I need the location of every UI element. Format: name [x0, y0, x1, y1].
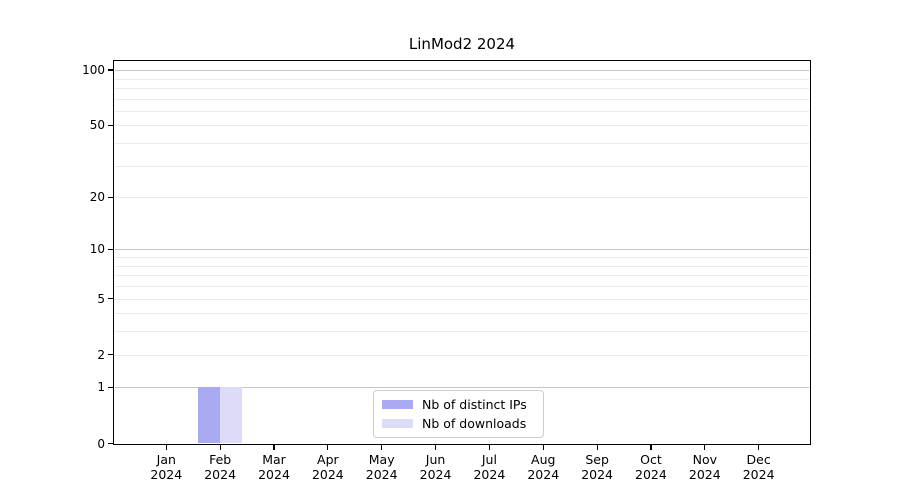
x-axis-tick	[327, 444, 329, 450]
y-axis-tick	[108, 354, 113, 356]
minor-gridline	[115, 331, 809, 333]
minor-gridline	[115, 125, 809, 127]
y-axis-tick	[108, 248, 113, 251]
x-axis-tick-label: Dec 2024	[742, 451, 775, 483]
minor-gridline	[115, 165, 809, 167]
major-gridline	[115, 70, 809, 72]
y-axis-tick-label: 50	[89, 118, 105, 133]
minor-gridline	[115, 286, 809, 288]
distinct-ips-swatch-icon	[382, 400, 413, 409]
legend-label-distinct-ips: Nb of distinct IPs	[422, 397, 527, 412]
minor-gridline	[115, 257, 809, 259]
y-axis-tick	[108, 69, 113, 71]
x-axis-tick	[542, 444, 544, 450]
x-axis-tick	[434, 444, 437, 450]
x-axis-tick	[596, 444, 598, 450]
minor-gridline	[115, 265, 809, 267]
legend-item-downloads: Nb of downloads	[382, 416, 535, 431]
legend-label-downloads: Nb of downloads	[422, 416, 527, 431]
minor-gridline	[115, 78, 809, 80]
y-axis-tick-label: 10	[89, 242, 105, 257]
minor-gridline	[115, 143, 809, 145]
minor-gridline	[115, 298, 809, 300]
minor-gridline	[115, 110, 809, 112]
figure: LinMod2 2024 100 50 20 10 5 2 1 0 Jan 2024 Feb 20…	[0, 0, 900, 500]
y-axis-tick	[108, 196, 113, 198]
y-axis-tick	[108, 297, 113, 300]
y-axis-tick-label: 5	[97, 291, 105, 306]
x-axis-tick	[704, 444, 706, 450]
x-axis-tick	[758, 444, 760, 450]
y-axis-tick-label: 20	[89, 190, 105, 205]
y-axis-tick-label: 100	[82, 63, 105, 78]
minor-gridline	[115, 87, 809, 89]
minor-gridline	[115, 354, 809, 356]
y-axis-tick	[108, 386, 113, 388]
chart-title: LinMod2 2024	[408, 35, 516, 53]
legend: Nb of distinct IPs Nb of downloads	[373, 390, 544, 438]
x-axis-tick	[650, 444, 652, 450]
bar-downloads	[220, 387, 243, 444]
legend-item-distinct-ips: Nb of distinct IPs	[382, 397, 535, 412]
x-axis-tick	[273, 444, 275, 450]
y-axis-tick	[108, 124, 113, 126]
minor-gridline	[115, 98, 809, 100]
y-axis-tick-label: 1	[97, 380, 105, 395]
x-axis-tick	[488, 444, 490, 450]
x-axis-tick	[219, 444, 221, 450]
minor-gridline	[115, 313, 809, 315]
minor-gridline	[115, 197, 809, 199]
major-gridline	[115, 249, 809, 251]
y-axis-tick-label: 2	[97, 347, 105, 362]
y-axis-tick	[108, 442, 113, 445]
x-axis-tick	[165, 444, 167, 450]
x-axis-tick	[381, 444, 383, 450]
downloads-swatch-icon	[382, 419, 413, 428]
minor-gridline	[115, 275, 809, 277]
y-axis-tick-label: 0	[97, 436, 105, 451]
bar-distinct-ips	[197, 387, 221, 444]
